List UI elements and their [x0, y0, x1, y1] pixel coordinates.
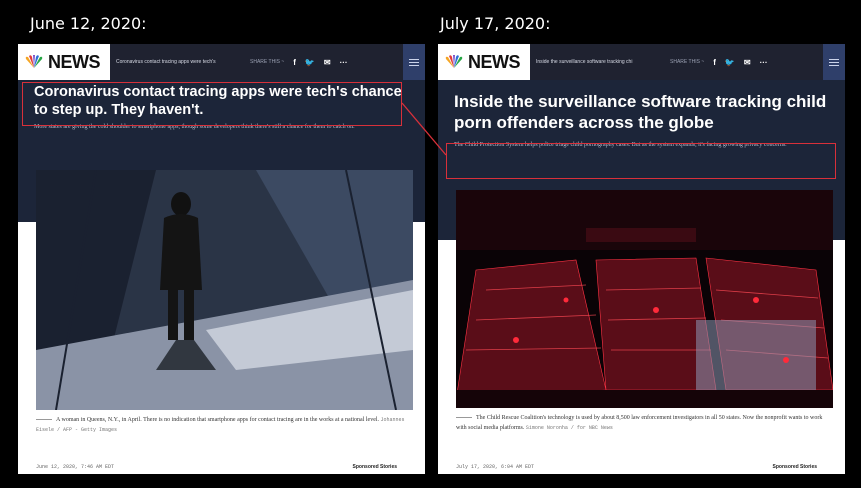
connector-line	[401, 102, 447, 156]
